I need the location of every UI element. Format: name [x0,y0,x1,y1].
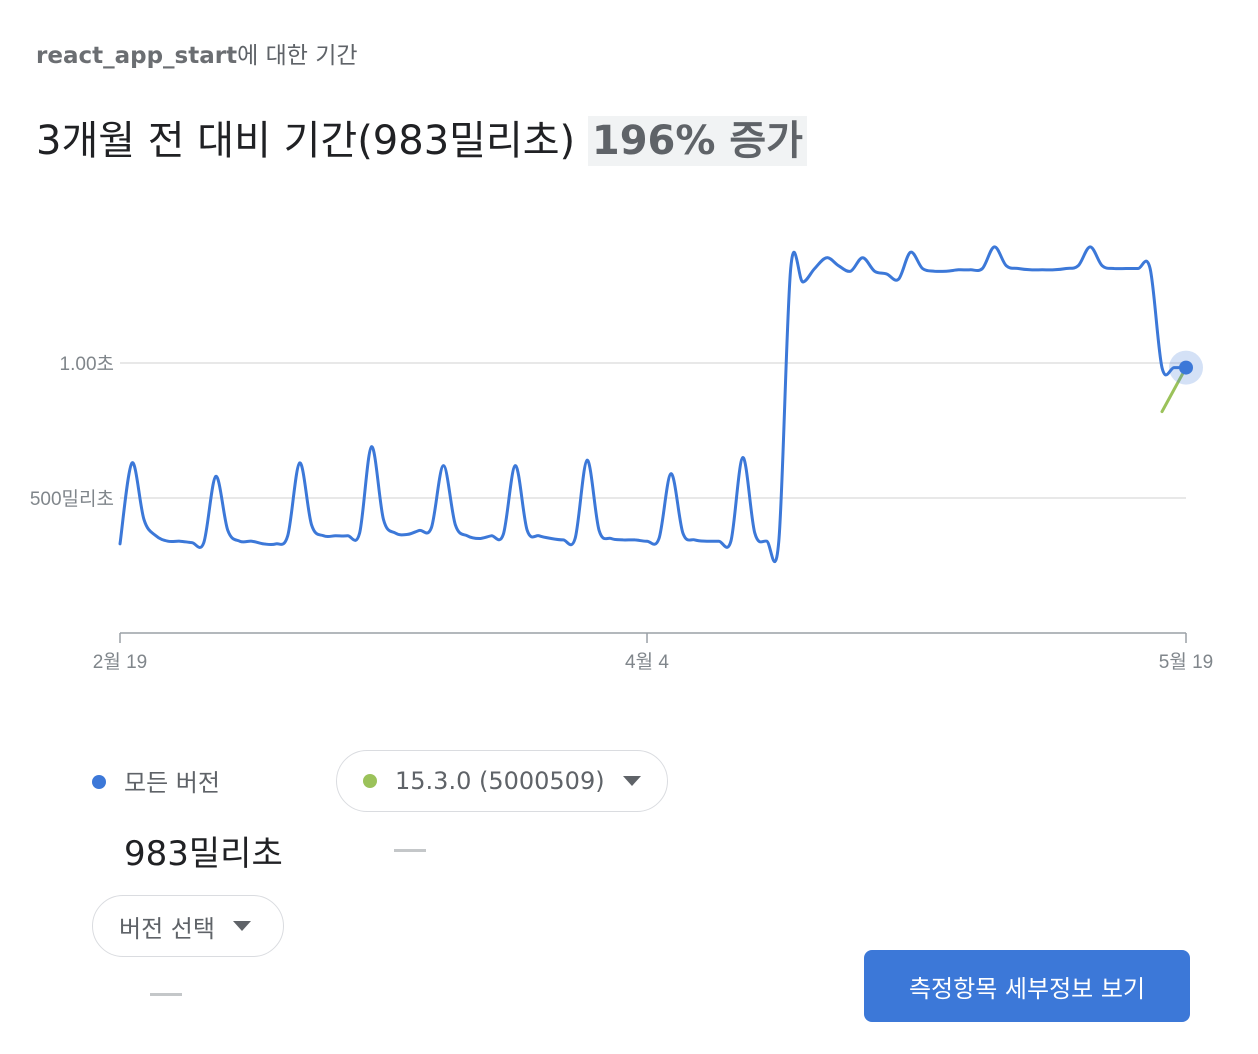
headline-main: 3개월 전 대비 기간(983밀리초) [36,118,576,164]
all-versions-label: 모든 버전 [124,769,220,797]
trace-suffix: 에 대한 기간 [237,43,358,69]
trace-name: react_app_start [36,43,238,69]
last-point-marker [1179,360,1193,375]
version-dropdown[interactable]: 15.3.0 (5000509) [336,750,668,812]
x-tick-label: 2월 19 [93,651,147,673]
select-version-value-placeholder [150,993,182,996]
headline: 3개월 전 대비 기간(983밀리초) 196% 증가 [36,108,807,166]
chart-subtitle: react_app_start에 대한 기간 [36,36,358,70]
all-versions-value: 983밀리초 [124,834,283,874]
version-dropdown-label: 15.3.0 (5000509) [395,767,605,795]
select-version-label: 버전 선택 [119,914,215,943]
version-dot [363,774,377,788]
y-tick-label: 500밀리초 [30,488,114,510]
version-value-placeholder [394,849,426,852]
x-tick-label: 5월 19 [1159,651,1213,673]
series-line-all-versions [118,245,1188,563]
all-versions-dot [92,775,106,789]
chevron-down-icon [232,921,251,931]
y-tick-label: 1.00초 [60,354,114,375]
chevron-down-icon [622,776,641,786]
change-chip: 196% 증가 [587,116,807,166]
view-metric-details-button[interactable]: 측정항목 세부정보 보기 [864,950,1190,1022]
select-version-dropdown[interactable]: 버전 선택 [92,895,284,957]
duration-chart: 500밀리초 1.00초 2월 19 4월 4 5월 19 [30,245,1213,673]
x-tick-label: 4월 4 [625,651,669,673]
